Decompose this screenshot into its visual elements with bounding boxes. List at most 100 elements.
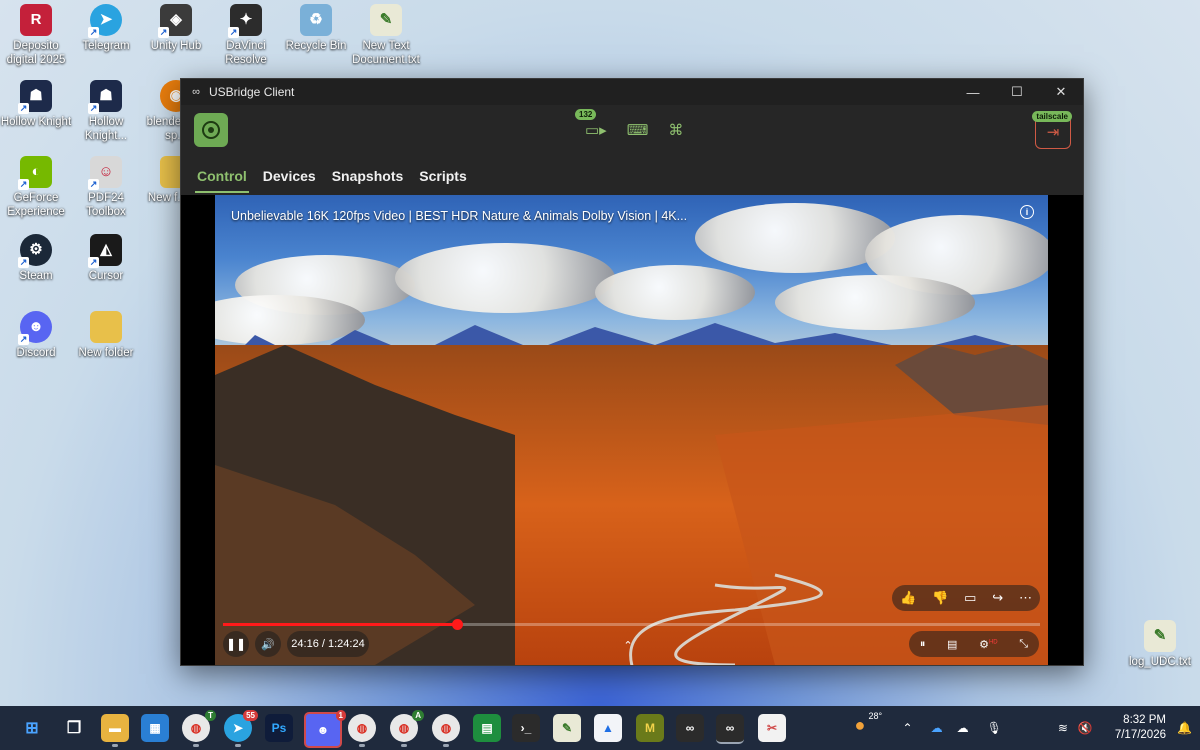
desktop-icon-new-folder[interactable]: New folder (70, 311, 142, 360)
clock[interactable]: 8:32 PM 7/17/2026 (1115, 713, 1166, 743)
file-explorer-icon: ▬ (109, 721, 121, 735)
desktop-icon-label: Hollow Knight... (84, 116, 128, 142)
wifi-icon[interactable]: ≋ (1058, 721, 1068, 735)
taskbar-sheets[interactable]: ▤ (473, 714, 501, 742)
video-title[interactable]: Unbelievable 16K 120fps Video | BEST HDR… (231, 209, 687, 223)
tab-snapshots[interactable]: Snapshots (324, 157, 412, 195)
desktop-icon-label: Deposito digital 2025 (6, 40, 66, 66)
logout-icon: ⇥ (1046, 124, 1060, 141)
info-icon[interactable]: i (1020, 205, 1034, 219)
volume-button[interactable]: 🔊 (255, 631, 281, 657)
desktop-icon-geforce[interactable]: ◐ ↗ GeForce Experience (0, 156, 72, 219)
vpn-cloud-icon[interactable]: ☁ (957, 721, 969, 735)
subtitles-icon[interactable]: ▤ (947, 638, 957, 651)
running-indicator (193, 744, 199, 747)
fullscreen-icon[interactable]: ⤡ (1019, 638, 1028, 651)
taskbar-file-explorer[interactable]: ▬ (101, 714, 129, 747)
window-title: USBridge Client (209, 85, 295, 99)
taskbar-microsoft-store[interactable]: ▦ (141, 714, 169, 742)
desktop-icon-cursor[interactable]: ◭ ↗ Cursor (70, 234, 142, 283)
taskbar-usbridge-1[interactable]: ∞ (676, 714, 704, 742)
mouse-device-button[interactable]: ⌘ (668, 121, 683, 139)
cloud (595, 265, 755, 320)
expand-chevron[interactable]: ⌃ (615, 635, 641, 655)
taskbar-usbridge-2[interactable]: ∞ (716, 714, 744, 744)
running-indicator (443, 744, 449, 747)
desktop-icon-new-text-document[interactable]: ✎ New Text Document.txt (350, 4, 422, 67)
desktop-icon-unity-hub[interactable]: ◈ ↗ Unity Hub (140, 4, 212, 53)
taskbar-chrome-1[interactable]: ◍ T (182, 710, 216, 747)
maximize-button[interactable]: ☐ (995, 79, 1039, 105)
folder-icon (90, 311, 122, 343)
chrome-icon: ◍ (398, 721, 410, 735)
comment-icon[interactable]: ▭ (964, 590, 976, 606)
taskbar-app-m[interactable]: M (636, 714, 664, 742)
dislike-icon[interactable]: 👎 (932, 590, 948, 606)
capture-button[interactable] (194, 113, 228, 147)
video-device-button[interactable]: 132 ▭▸ (575, 109, 607, 139)
shortcut-arrow-icon: ↗ (158, 27, 169, 38)
clock-time: 8:32 PM (1123, 714, 1166, 726)
desktop-icon-steam[interactable]: ⚙ ↗ Steam (0, 234, 72, 283)
time-elapsed: 24:16 / 1:24:24 (291, 638, 365, 650)
desktop-icon-davinci[interactable]: ✦ ↗ DaVinci Resolve (210, 4, 282, 67)
share-icon[interactable]: ↪ (992, 590, 1003, 606)
tab-bar: Control Devices Snapshots Scripts (181, 157, 1083, 195)
autoplay-toggle-icon[interactable]: ⏸ (920, 638, 926, 651)
taskbar-notepad[interactable]: ✎ (553, 714, 581, 742)
desktop-icon-recycle-bin[interactable]: ♻ Recycle Bin (280, 4, 352, 53)
desktop-icon-label: Discord (16, 347, 56, 359)
more-icon[interactable]: ⋯ (1019, 590, 1032, 606)
window-titlebar[interactable]: ∞ USBridge Client — ☐ ✕ (181, 79, 1083, 105)
pause-button[interactable]: ❚❚ (223, 631, 249, 657)
disconnect-button[interactable]: tailscale ⇥ (1032, 111, 1072, 149)
desktop-icon-telegram[interactable]: ➤ ↗ Telegram (70, 4, 142, 53)
taskbar-app-a[interactable]: ▲ (594, 714, 622, 742)
desktop-icon-pdf24[interactable]: ☺ ↗ PDF24 Toolbox (70, 156, 142, 219)
remote-screen-viewer[interactable]: Unbelievable 16K 120fps Video | BEST HDR… (181, 195, 1083, 665)
taskbar-telegram[interactable]: ➤ 55 (224, 710, 258, 747)
windows-logo-icon: ⊞ (25, 720, 39, 737)
taskbar-chrome-3[interactable]: ◍ A (390, 710, 424, 747)
like-icon[interactable]: 👍 (900, 590, 916, 606)
task-view-button[interactable]: ❐ (60, 714, 88, 742)
desktop-icon-hollow-knight[interactable]: ☗ ↗ Hollow Knight (0, 80, 72, 129)
desktop-icon-hollow-knight-2[interactable]: ☗ ↗ Hollow Knight... (70, 80, 142, 143)
notifications-icon[interactable]: 🔔 (1177, 721, 1192, 735)
running-indicator (235, 744, 241, 747)
desktop-icon-deposito[interactable]: R Deposito digital 2025 (0, 4, 72, 67)
desktop-icon-label: Steam (19, 270, 53, 282)
task-view-icon: ❐ (66, 720, 82, 737)
taskbar-terminal[interactable]: ›_ (512, 714, 540, 742)
taskbar-chrome-2[interactable]: ◍ (348, 714, 376, 747)
minimize-button[interactable]: — (951, 79, 995, 105)
taskbar-photoshop[interactable]: Ps (265, 714, 293, 742)
start-button[interactable]: ⊞ (18, 714, 46, 742)
desktop-icon-label: Cursor (88, 270, 124, 282)
keyboard-device-button[interactable]: ⌨ (627, 121, 649, 139)
close-button[interactable]: ✕ (1039, 79, 1083, 105)
video-progress-bar[interactable] (223, 619, 1040, 630)
hollow-knight-icon: ☗ ↗ (88, 80, 122, 114)
taskbar-snipping[interactable]: ✂ (758, 714, 786, 742)
device-status-icons: 132 ▭▸ ⌨ ⌘ (575, 109, 683, 139)
desktop-icon-discord[interactable]: ☻ ↗ Discord (0, 311, 72, 360)
steam-icon: ⚙ ↗ (18, 234, 52, 268)
weather-widget[interactable]: ● 28° (855, 711, 883, 741)
desktop-icon-log-udc[interactable]: ✎ log_UDC.txt (1124, 620, 1196, 669)
tab-control[interactable]: Control (189, 157, 255, 195)
video-frame[interactable]: Unbelievable 16K 120fps Video | BEST HDR… (215, 195, 1048, 665)
weather-temp: 28° (868, 711, 883, 721)
taskbar-chrome-4[interactable]: ◍ (432, 714, 460, 747)
video-progress-played (223, 623, 458, 626)
onedrive-icon[interactable]: ☁ (931, 721, 943, 735)
tab-devices[interactable]: Devices (255, 157, 324, 195)
tab-scripts[interactable]: Scripts (411, 157, 474, 195)
microphone-icon[interactable]: 🎙 (987, 721, 1002, 735)
settings-icon[interactable]: ⚙HD (979, 638, 998, 651)
tray-overflow-icon[interactable]: ⌃ (903, 721, 913, 735)
clock-date: 7/17/2026 (1114, 729, 1166, 741)
taskbar-discord[interactable]: ☻ 1 (304, 710, 346, 748)
usbridge-icon: ∞ (725, 721, 735, 735)
volume-muted-icon[interactable]: 🔇 (1078, 721, 1093, 735)
